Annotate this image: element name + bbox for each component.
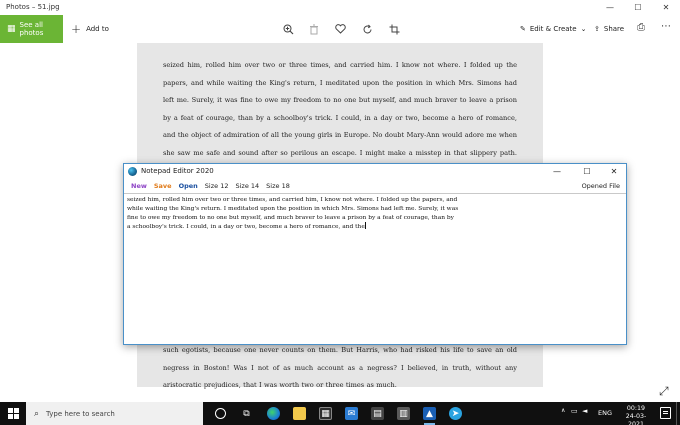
menu-size-14[interactable]: Size 14 bbox=[235, 182, 259, 190]
menu-new[interactable]: New bbox=[131, 182, 147, 190]
network-icon[interactable]: ▭ bbox=[571, 407, 578, 415]
photos-grid-icon: ▦ bbox=[7, 24, 16, 34]
taskbar-search-box[interactable]: ⌕ Type here to search bbox=[26, 402, 203, 425]
photos-maximize-button[interactable]: ☐ bbox=[626, 1, 650, 14]
system-clock[interactable]: 00:19 24-03-2021 bbox=[619, 405, 653, 425]
print-icon[interactable]: ⎙ bbox=[637, 22, 645, 33]
windows-logo-icon bbox=[8, 408, 13, 413]
menu-size-12[interactable]: Size 12 bbox=[205, 182, 229, 190]
show-desktop-button[interactable] bbox=[676, 402, 680, 425]
more-icon[interactable]: ⋯ bbox=[661, 21, 672, 32]
text-line: seized him, rolled him over two or three… bbox=[127, 197, 458, 203]
share-button[interactable]: ⇪ Share bbox=[594, 15, 624, 43]
file-explorer-icon[interactable] bbox=[293, 407, 306, 420]
language-indicator[interactable]: ENG bbox=[598, 409, 612, 417]
share-icon: ⇪ bbox=[594, 25, 600, 33]
add-to-label: Add to bbox=[86, 25, 109, 33]
text-line-last: a schoolboy's trick. I could, in a day o… bbox=[127, 222, 623, 232]
start-button[interactable] bbox=[8, 408, 19, 419]
share-label: Share bbox=[603, 25, 625, 33]
edit-create-button[interactable]: ✎ Edit & Create ⌄ bbox=[520, 15, 586, 43]
mail-icon[interactable]: ✉ bbox=[345, 407, 358, 420]
search-placeholder: Type here to search bbox=[46, 409, 115, 418]
crop-icon[interactable] bbox=[387, 22, 401, 36]
notepad-menubar: New Save Open Size 12 Size 14 Size 18 bbox=[124, 179, 626, 193]
add-to-button[interactable]: + Add to bbox=[71, 15, 109, 43]
notifications-icon[interactable] bbox=[660, 407, 671, 419]
opened-file-label: Opened File bbox=[581, 182, 620, 190]
plus-icon: + bbox=[71, 22, 82, 36]
notepad-titlebar[interactable]: Notepad Editor 2020 — ☐ ✕ bbox=[124, 164, 626, 179]
chevron-down-icon: ⌄ bbox=[580, 25, 587, 33]
clock-time: 00:19 bbox=[626, 405, 646, 412]
menu-size-18[interactable]: Size 18 bbox=[266, 182, 290, 190]
search-icon: ⌕ bbox=[34, 408, 40, 419]
taskbar: ⌕ Type here to search ⧉ ▦ ✉ ▤ ▥ ▲ ➤ ∧ ▭ … bbox=[0, 402, 680, 425]
calculator-icon[interactable]: ▤ bbox=[371, 407, 384, 420]
task-view-icon[interactable] bbox=[215, 408, 226, 419]
menu-save[interactable]: Save bbox=[154, 182, 172, 190]
see-all-photos-label: See all photos bbox=[19, 21, 44, 37]
heart-icon[interactable] bbox=[333, 22, 347, 36]
photos-close-button[interactable]: ✕ bbox=[654, 1, 678, 14]
photos-titlebar: Photos – 51.jpg — ☐ ✕ bbox=[0, 0, 680, 15]
photos-window-title: Photos – 51.jpg bbox=[6, 3, 60, 11]
app-icon[interactable]: ▥ bbox=[397, 407, 410, 420]
text-line: fine to owe my freedom to no one but mys… bbox=[127, 214, 454, 221]
clock-date: 24-03-2021 bbox=[625, 413, 647, 425]
photos-icon[interactable]: ▲ bbox=[423, 407, 436, 425]
text-caret bbox=[364, 222, 366, 230]
edit-create-label: Edit & Create bbox=[529, 25, 577, 33]
notepad-maximize-button[interactable]: ☐ bbox=[576, 165, 598, 178]
notepad-close-button[interactable]: ✕ bbox=[603, 165, 625, 178]
text-line: while waiting the King's return. I medit… bbox=[127, 205, 459, 212]
notepad-title: Notepad Editor 2020 bbox=[141, 167, 214, 175]
zoom-icon[interactable] bbox=[281, 22, 295, 36]
photo-text-bottom: such egotists, because one never counts … bbox=[163, 346, 517, 390]
menu-open[interactable]: Open bbox=[179, 182, 198, 190]
edge-icon[interactable] bbox=[267, 407, 280, 420]
volume-icon[interactable]: ◄ bbox=[582, 407, 587, 415]
telegram-icon[interactable]: ➤ bbox=[449, 407, 462, 420]
notepad-text-area[interactable]: seized him, rolled him over two or three… bbox=[124, 193, 626, 344]
expand-icon[interactable]: ⤢ bbox=[659, 384, 669, 399]
text-line-content: a schoolboy's trick. I could, in a day o… bbox=[127, 224, 365, 231]
store-icon[interactable]: ▦ bbox=[319, 407, 332, 420]
edit-pen-icon: ✎ bbox=[520, 25, 526, 33]
photos-minimize-button[interactable]: — bbox=[598, 1, 622, 14]
see-all-photos-button[interactable]: ▦ See all photos bbox=[0, 15, 63, 43]
tray-chevron-icon[interactable]: ∧ bbox=[561, 407, 565, 414]
notepad-minimize-button[interactable]: — bbox=[546, 165, 568, 178]
task-switch-icon[interactable]: ⧉ bbox=[240, 407, 253, 420]
notepad-window: Notepad Editor 2020 — ☐ ✕ New Save Open … bbox=[123, 163, 627, 345]
notepad-logo-icon bbox=[128, 167, 137, 176]
photos-toolbar: ▦ See all photos + Add to ✎ Edit & Creat… bbox=[0, 15, 680, 43]
delete-icon[interactable] bbox=[307, 22, 321, 36]
rotate-icon[interactable] bbox=[360, 22, 374, 36]
